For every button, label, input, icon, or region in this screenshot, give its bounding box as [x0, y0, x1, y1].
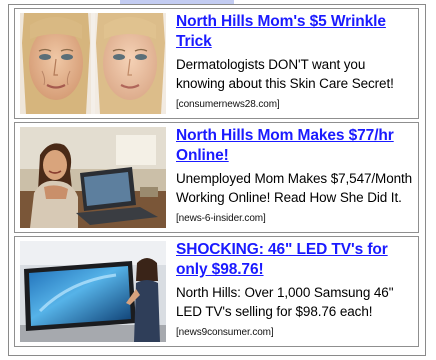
ad-description: Unemployed Mom Makes $7,547/Month Workin…: [176, 169, 414, 228]
woman-with-large-tv-photo[interactable]: [20, 241, 166, 342]
ad-headline-link[interactable]: SHOCKING: 46" LED TV's for only $98.76!: [176, 240, 414, 280]
ad-description-text: Unemployed Mom Makes $7,547/Month Workin…: [176, 171, 413, 205]
ad-text-block: SHOCKING: 46" LED TV's for only $98.76! …: [176, 240, 414, 342]
ad-text-block: North Hills Mom's $5 Wrinkle Trick Derma…: [176, 12, 414, 114]
ad-description-text: Dermatologists DON'T want you knowing ab…: [176, 57, 394, 91]
ad-source-domain: [consumernews28.com]: [176, 99, 280, 110]
before-after-face-photo[interactable]: [20, 13, 166, 114]
ad-description: Dermatologists DON'T want you knowing ab…: [176, 55, 414, 114]
sponsored-ads-panel: North Hills Mom's $5 Wrinkle Trick Derma…: [8, 4, 426, 356]
ad-source-domain: [news9consumer.com]: [176, 327, 274, 338]
ad-item[interactable]: SHOCKING: 46" LED TV's for only $98.76! …: [14, 236, 419, 347]
ad-item[interactable]: North Hills Mom Makes $77/hr Online! Une…: [14, 122, 419, 233]
ad-source-domain: [news-6-insider.com]: [176, 213, 266, 224]
ad-description: North Hills: Over 1,000 Samsung 46" LED …: [176, 283, 414, 342]
ad-headline-link[interactable]: North Hills Mom's $5 Wrinkle Trick: [176, 12, 414, 52]
ad-headline-link[interactable]: North Hills Mom Makes $77/hr Online!: [176, 126, 414, 166]
ad-item[interactable]: North Hills Mom's $5 Wrinkle Trick Derma…: [14, 8, 419, 119]
woman-at-laptop-photo[interactable]: [20, 127, 166, 228]
ad-text-block: North Hills Mom Makes $77/hr Online! Une…: [176, 126, 414, 228]
ad-description-text: North Hills: Over 1,000 Samsung 46" LED …: [176, 285, 394, 319]
